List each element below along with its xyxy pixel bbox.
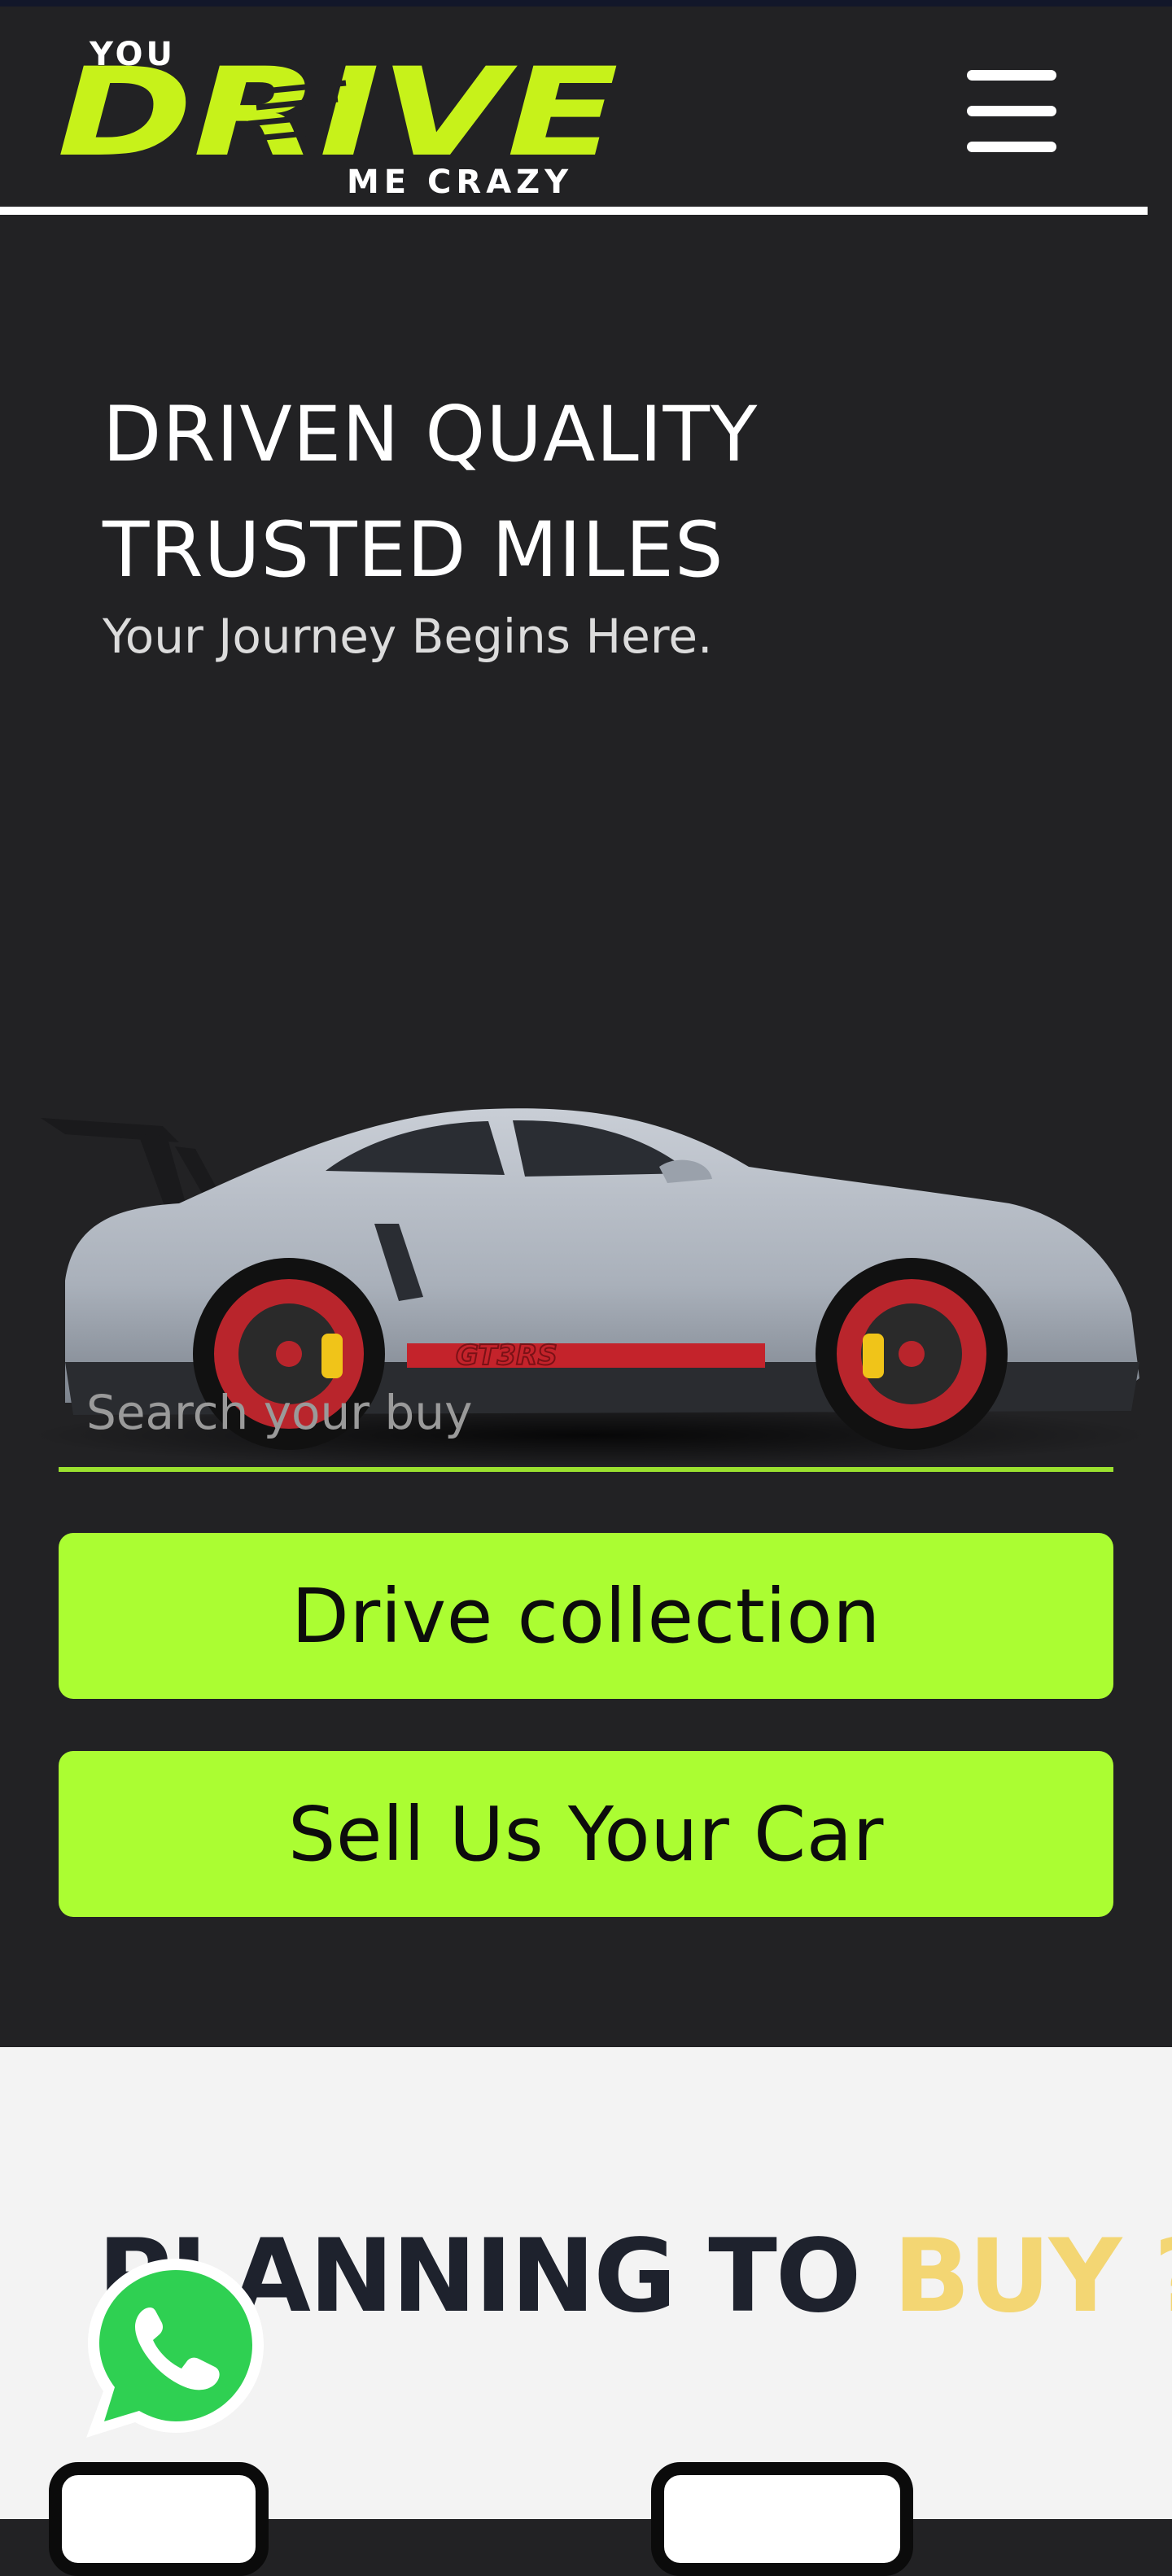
drive-collection-button[interactable]: Drive collection — [59, 1533, 1113, 1699]
option-card-2[interactable] — [651, 2462, 913, 2576]
hero-section: DRIVEN QUALITY TRUSTED MILES Your Journe… — [0, 215, 1172, 2047]
svg-text:DRIVE: DRIVE — [57, 42, 619, 184]
search-box — [59, 1358, 1113, 1482]
option-card-1[interactable] — [49, 2462, 269, 2576]
section-title-accent: BUY ? — [893, 2218, 1172, 2335]
hero-tagline: Your Journey Begins Here. — [103, 609, 713, 664]
whatsapp-icon[interactable] — [78, 2249, 273, 2444]
header-divider — [0, 207, 1148, 215]
brand-logo[interactable]: YOU DRIVE ME CRAZY — [57, 26, 627, 201]
headline-line-2: TRUSTED MILES — [103, 506, 724, 595]
hero-headline: DRIVEN QUALITY TRUSTED MILES — [103, 378, 998, 609]
site-header: YOU DRIVE ME CRAZY — [0, 7, 1172, 208]
hamburger-menu-icon[interactable] — [967, 70, 1058, 155]
svg-text:ME CRAZY: ME CRAZY — [347, 164, 573, 197]
sell-car-button[interactable]: Sell Us Your Car — [59, 1751, 1113, 1917]
headline-line-1: DRIVEN QUALITY — [103, 391, 759, 479]
top-status-line — [0, 0, 1172, 7]
search-input[interactable] — [59, 1358, 1113, 1472]
